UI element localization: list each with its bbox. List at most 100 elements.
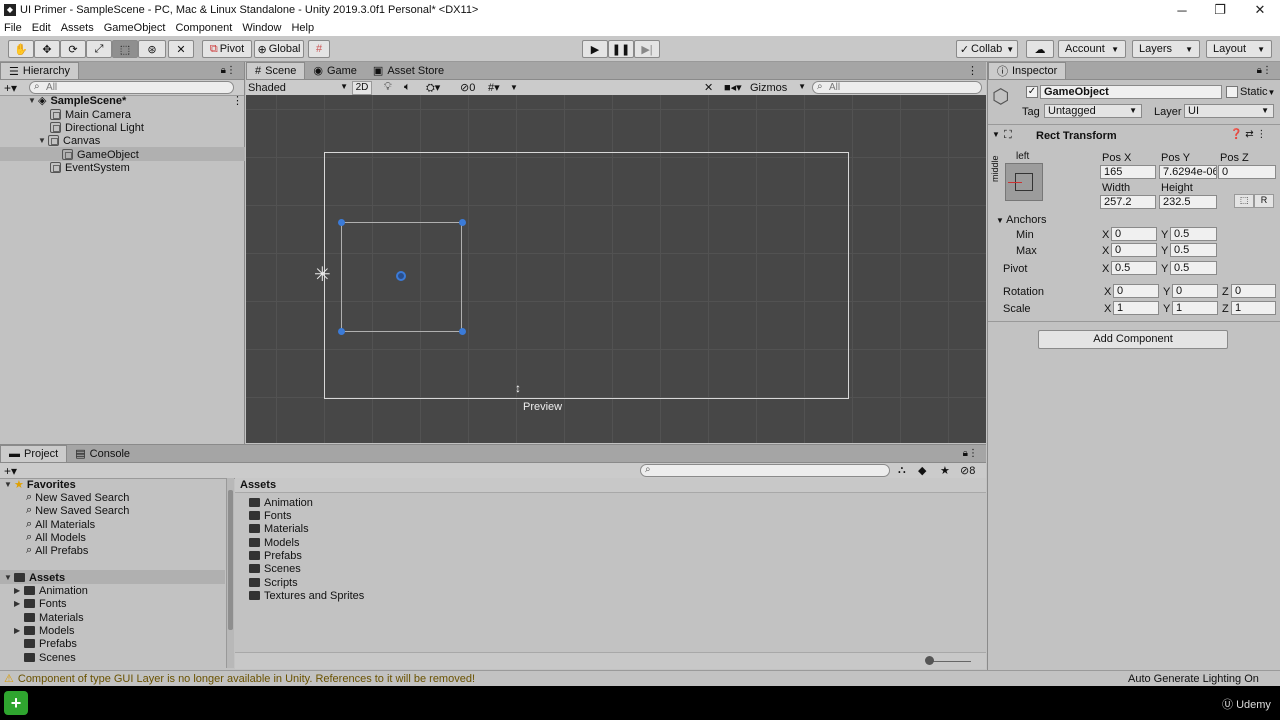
rot-z-input[interactable]: 0 bbox=[1231, 284, 1276, 298]
collapse-triangle-icon[interactable]: ▼ bbox=[992, 130, 1000, 139]
menu-help[interactable]: Help bbox=[291, 22, 314, 34]
tree-folder[interactable]: Materials bbox=[24, 611, 84, 624]
panel-menu-icon[interactable]: ⋮ bbox=[967, 64, 978, 77]
lock-icon[interactable]: 🔒︎⋮ bbox=[1257, 65, 1272, 76]
rect-handle-bottom-right[interactable] bbox=[459, 328, 466, 335]
cloud-button[interactable]: ☁ bbox=[1026, 40, 1054, 58]
max-y-input[interactable]: 0.5 bbox=[1170, 243, 1217, 257]
tab-project[interactable]: ▬ Project bbox=[0, 445, 68, 462]
layer-dropdown[interactable]: UI ▼ bbox=[1184, 104, 1274, 118]
width-input[interactable]: 257.2 bbox=[1100, 195, 1156, 209]
assets-foldout[interactable]: ▼ Assets bbox=[4, 571, 65, 584]
pivot-x-input[interactable]: 0.5 bbox=[1111, 261, 1157, 275]
tab-inspector[interactable]: ⓘ Inspector bbox=[988, 62, 1067, 79]
move-tool-icon[interactable]: ✥ bbox=[34, 40, 60, 58]
chevron-down-icon[interactable]: ▼ bbox=[510, 83, 518, 92]
favorite-item[interactable]: ⌕ All Prefabs bbox=[26, 544, 88, 557]
step-button[interactable]: ▶| bbox=[634, 40, 660, 58]
light-icon[interactable]: 💡︎ bbox=[384, 81, 392, 94]
content-item[interactable]: Prefabs bbox=[249, 549, 302, 562]
scale-x-input[interactable]: 1 bbox=[1113, 301, 1159, 315]
tree-folder[interactable]: ▶ Animation bbox=[14, 584, 88, 597]
anchor-icon[interactable]: ✳ bbox=[314, 265, 331, 285]
tree-scrollbar[interactable] bbox=[226, 478, 234, 668]
lock-icon[interactable]: 🔒︎⋮ bbox=[221, 65, 236, 76]
tab-game[interactable]: ◉ Game bbox=[305, 62, 365, 79]
hand-tool-icon[interactable]: ✋ bbox=[8, 40, 34, 58]
tree-folder[interactable]: ▶ Models bbox=[14, 624, 74, 637]
scene-viewport[interactable]: ✳ ↕ Preview bbox=[246, 95, 986, 443]
rot-y-input[interactable]: 0 bbox=[1172, 284, 1218, 298]
content-item[interactable]: Textures and Sprites bbox=[249, 589, 364, 602]
effects-icon[interactable]: ⛭▾ bbox=[426, 81, 440, 95]
pos-x-input[interactable]: 165 bbox=[1100, 165, 1156, 179]
tree-folder[interactable]: Scenes bbox=[24, 651, 76, 664]
tools-icon[interactable]: ✕ bbox=[704, 81, 713, 94]
layout-dropdown[interactable]: Layout ▼ bbox=[1206, 40, 1272, 58]
maximize-icon[interactable]: ❐ bbox=[1200, 0, 1240, 20]
menu-gameobject[interactable]: GameObject bbox=[104, 22, 166, 34]
scene-search-input[interactable]: All bbox=[812, 81, 982, 94]
custom-tool-icon[interactable]: ✕ bbox=[168, 40, 194, 58]
favorite-item[interactable]: ⌕ All Materials bbox=[26, 518, 95, 531]
anchor-preset-button[interactable] bbox=[1005, 163, 1043, 201]
tree-gameobject[interactable]: GameObject bbox=[62, 148, 139, 161]
close-icon[interactable]: ✕ bbox=[1240, 0, 1280, 20]
tab-console[interactable]: ▤ Console bbox=[67, 445, 138, 462]
scale-tool-icon[interactable]: ⤢ bbox=[86, 40, 112, 58]
object-name-input[interactable]: GameObject bbox=[1040, 85, 1222, 99]
anchors-foldout[interactable]: ▼ Anchors bbox=[996, 214, 1047, 226]
blueprint-mode-icon[interactable]: ⬚ bbox=[1234, 194, 1254, 208]
status-warning[interactable]: Component of type GUI Layer is no longer… bbox=[18, 673, 475, 685]
add-icon[interactable]: +▾ bbox=[4, 464, 17, 478]
scene-menu-icon[interactable]: ⋮ bbox=[232, 94, 243, 107]
add-component-button[interactable]: Add Component bbox=[1038, 330, 1228, 349]
menu-window[interactable]: Window bbox=[242, 22, 281, 34]
menu-edit[interactable]: Edit bbox=[32, 22, 51, 34]
tab-asset-store[interactable]: ▣ Asset Store bbox=[365, 62, 452, 79]
tag-dropdown[interactable]: Untagged ▼ bbox=[1044, 104, 1142, 118]
content-item[interactable]: Fonts bbox=[249, 509, 292, 522]
scale-y-input[interactable]: 1 bbox=[1172, 301, 1218, 315]
favorite-item[interactable]: ⌕ New Saved Search bbox=[26, 491, 129, 504]
star-icon[interactable]: ★ bbox=[940, 464, 950, 477]
tree-folder[interactable]: ▶ Fonts bbox=[14, 597, 67, 610]
content-item[interactable]: Scripts bbox=[249, 576, 298, 589]
max-x-input[interactable]: 0 bbox=[1111, 243, 1157, 257]
height-input[interactable]: 232.5 bbox=[1159, 195, 1217, 209]
expand-triangle-icon[interactable]: ▼ bbox=[28, 96, 38, 105]
rotate-tool-icon[interactable]: ⟳ bbox=[60, 40, 86, 58]
scrollbar-thumb[interactable] bbox=[228, 490, 233, 630]
rect-handle-bottom-left[interactable] bbox=[338, 328, 345, 335]
component-actions-icon[interactable]: ❓ ⇄ ⋮ bbox=[1230, 129, 1266, 140]
active-checkbox[interactable]: ✓ bbox=[1026, 86, 1038, 98]
grid-snap-icon[interactable]: #▾ bbox=[488, 81, 500, 94]
camera-icon[interactable]: ■◂▾ bbox=[724, 81, 742, 94]
tab-hierarchy[interactable]: ☰ Hierarchy bbox=[0, 62, 79, 79]
static-checkbox[interactable] bbox=[1226, 86, 1238, 98]
expand-triangle-icon[interactable]: ▼ bbox=[38, 136, 48, 145]
play-button[interactable]: ▶ bbox=[582, 40, 608, 58]
favorite-item[interactable]: ⌕ New Saved Search bbox=[26, 504, 129, 517]
filter-label-icon[interactable]: ◆ bbox=[918, 464, 926, 477]
rect-handle-top-right[interactable] bbox=[459, 219, 466, 226]
static-label[interactable]: Static▼ bbox=[1240, 86, 1275, 98]
rect-tool-icon[interactable]: ⬚ bbox=[112, 40, 138, 58]
content-item[interactable]: Models bbox=[249, 536, 299, 549]
toggle-2d-button[interactable]: 2D bbox=[352, 80, 372, 95]
lock-icon[interactable]: 🔒︎⋮ bbox=[963, 448, 978, 459]
rect-handle-top-left[interactable] bbox=[338, 219, 345, 226]
snap-icon[interactable]: # bbox=[308, 40, 330, 58]
tree-scene-sample[interactable]: ▼ ◈ SampleScene* bbox=[28, 94, 126, 108]
tab-scene[interactable]: # Scene bbox=[246, 62, 306, 79]
menu-assets[interactable]: Assets bbox=[61, 22, 94, 34]
hierarchy-search-input[interactable]: All bbox=[29, 81, 235, 94]
tree-canvas[interactable]: ▼ Canvas bbox=[38, 134, 100, 147]
tree-eventsystem[interactable]: EventSystem bbox=[50, 161, 130, 174]
gizmos-dropdown[interactable]: Gizmos ▼ bbox=[750, 82, 806, 94]
pos-y-input[interactable]: 7.6294e-06 bbox=[1159, 165, 1217, 179]
audio-icon[interactable]: 🔈︎ bbox=[404, 81, 411, 94]
min-y-input[interactable]: 0.5 bbox=[1170, 227, 1217, 241]
icon-size-slider-thumb[interactable] bbox=[925, 656, 934, 665]
favorites-foldout[interactable]: ▼ ★ Favorites bbox=[4, 478, 76, 492]
